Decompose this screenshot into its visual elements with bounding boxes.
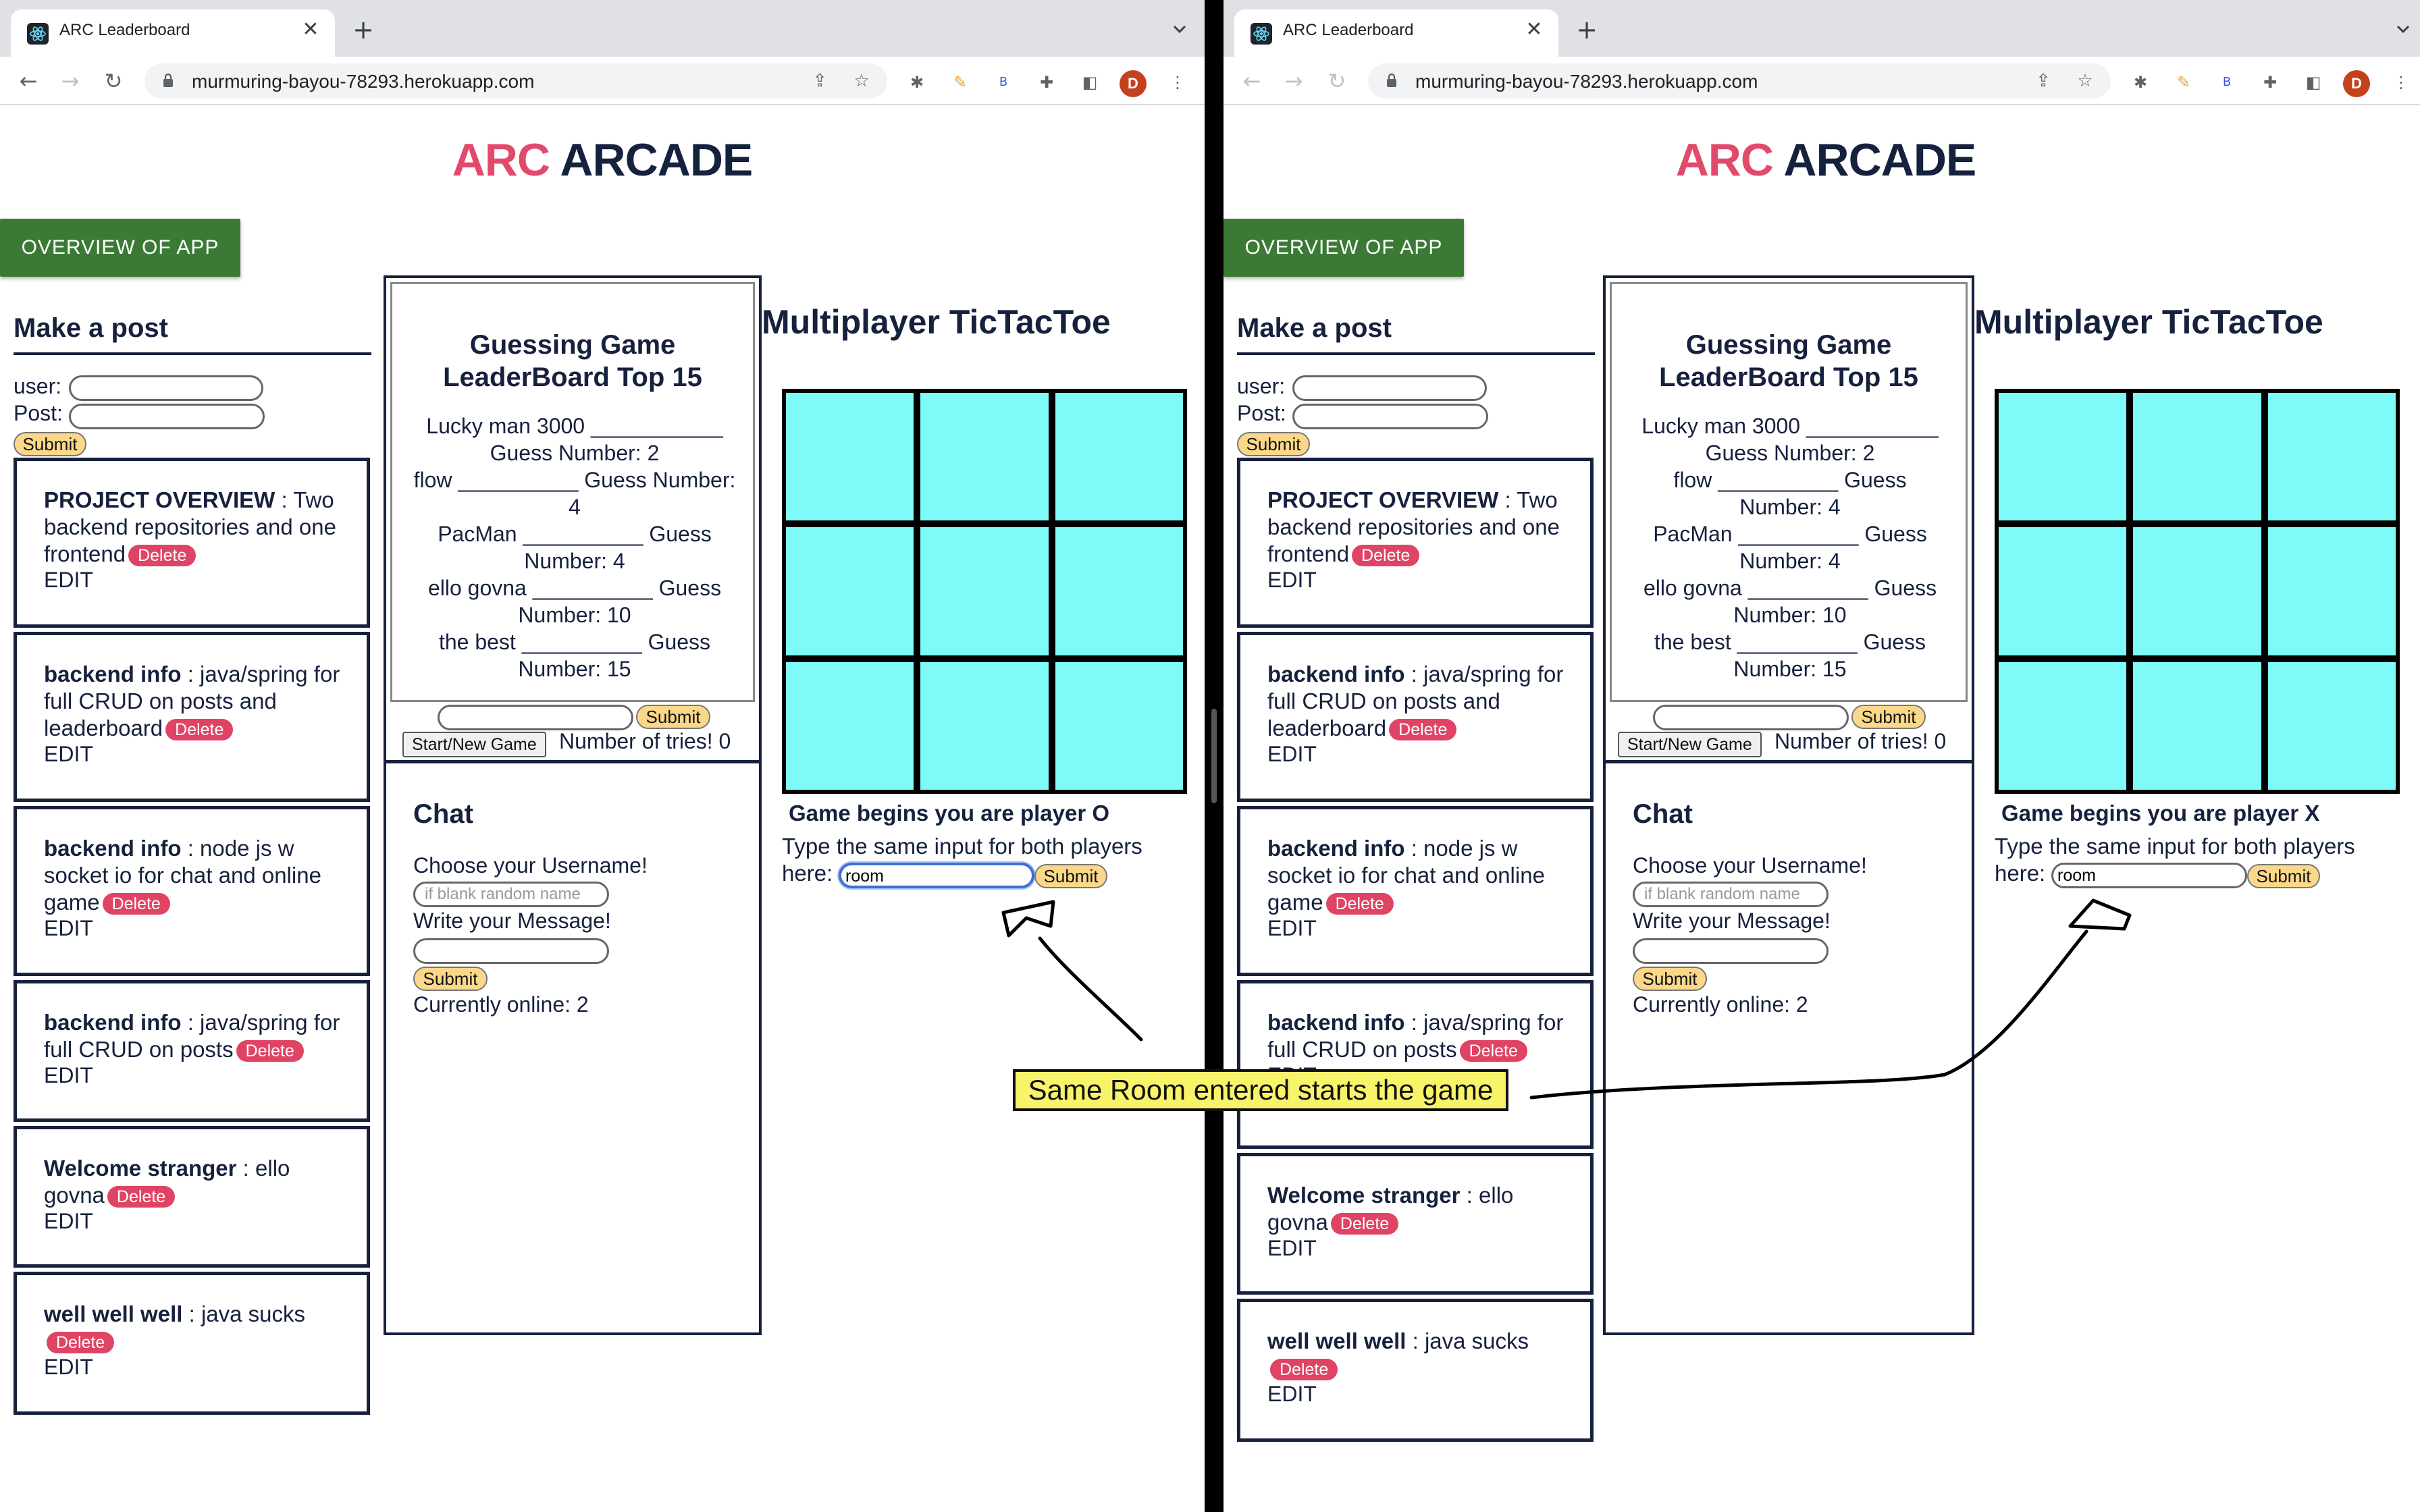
left-arrow-shaft — [1038, 936, 1143, 1042]
left-arrow-head — [1001, 900, 1055, 938]
annotation-callout: Same Room entered starts the game — [1013, 1069, 1508, 1111]
right-arrow-shaft — [1529, 929, 2088, 1100]
right-arrow-head — [2068, 898, 2132, 931]
annotation-arrows — [1001, 898, 2132, 1100]
